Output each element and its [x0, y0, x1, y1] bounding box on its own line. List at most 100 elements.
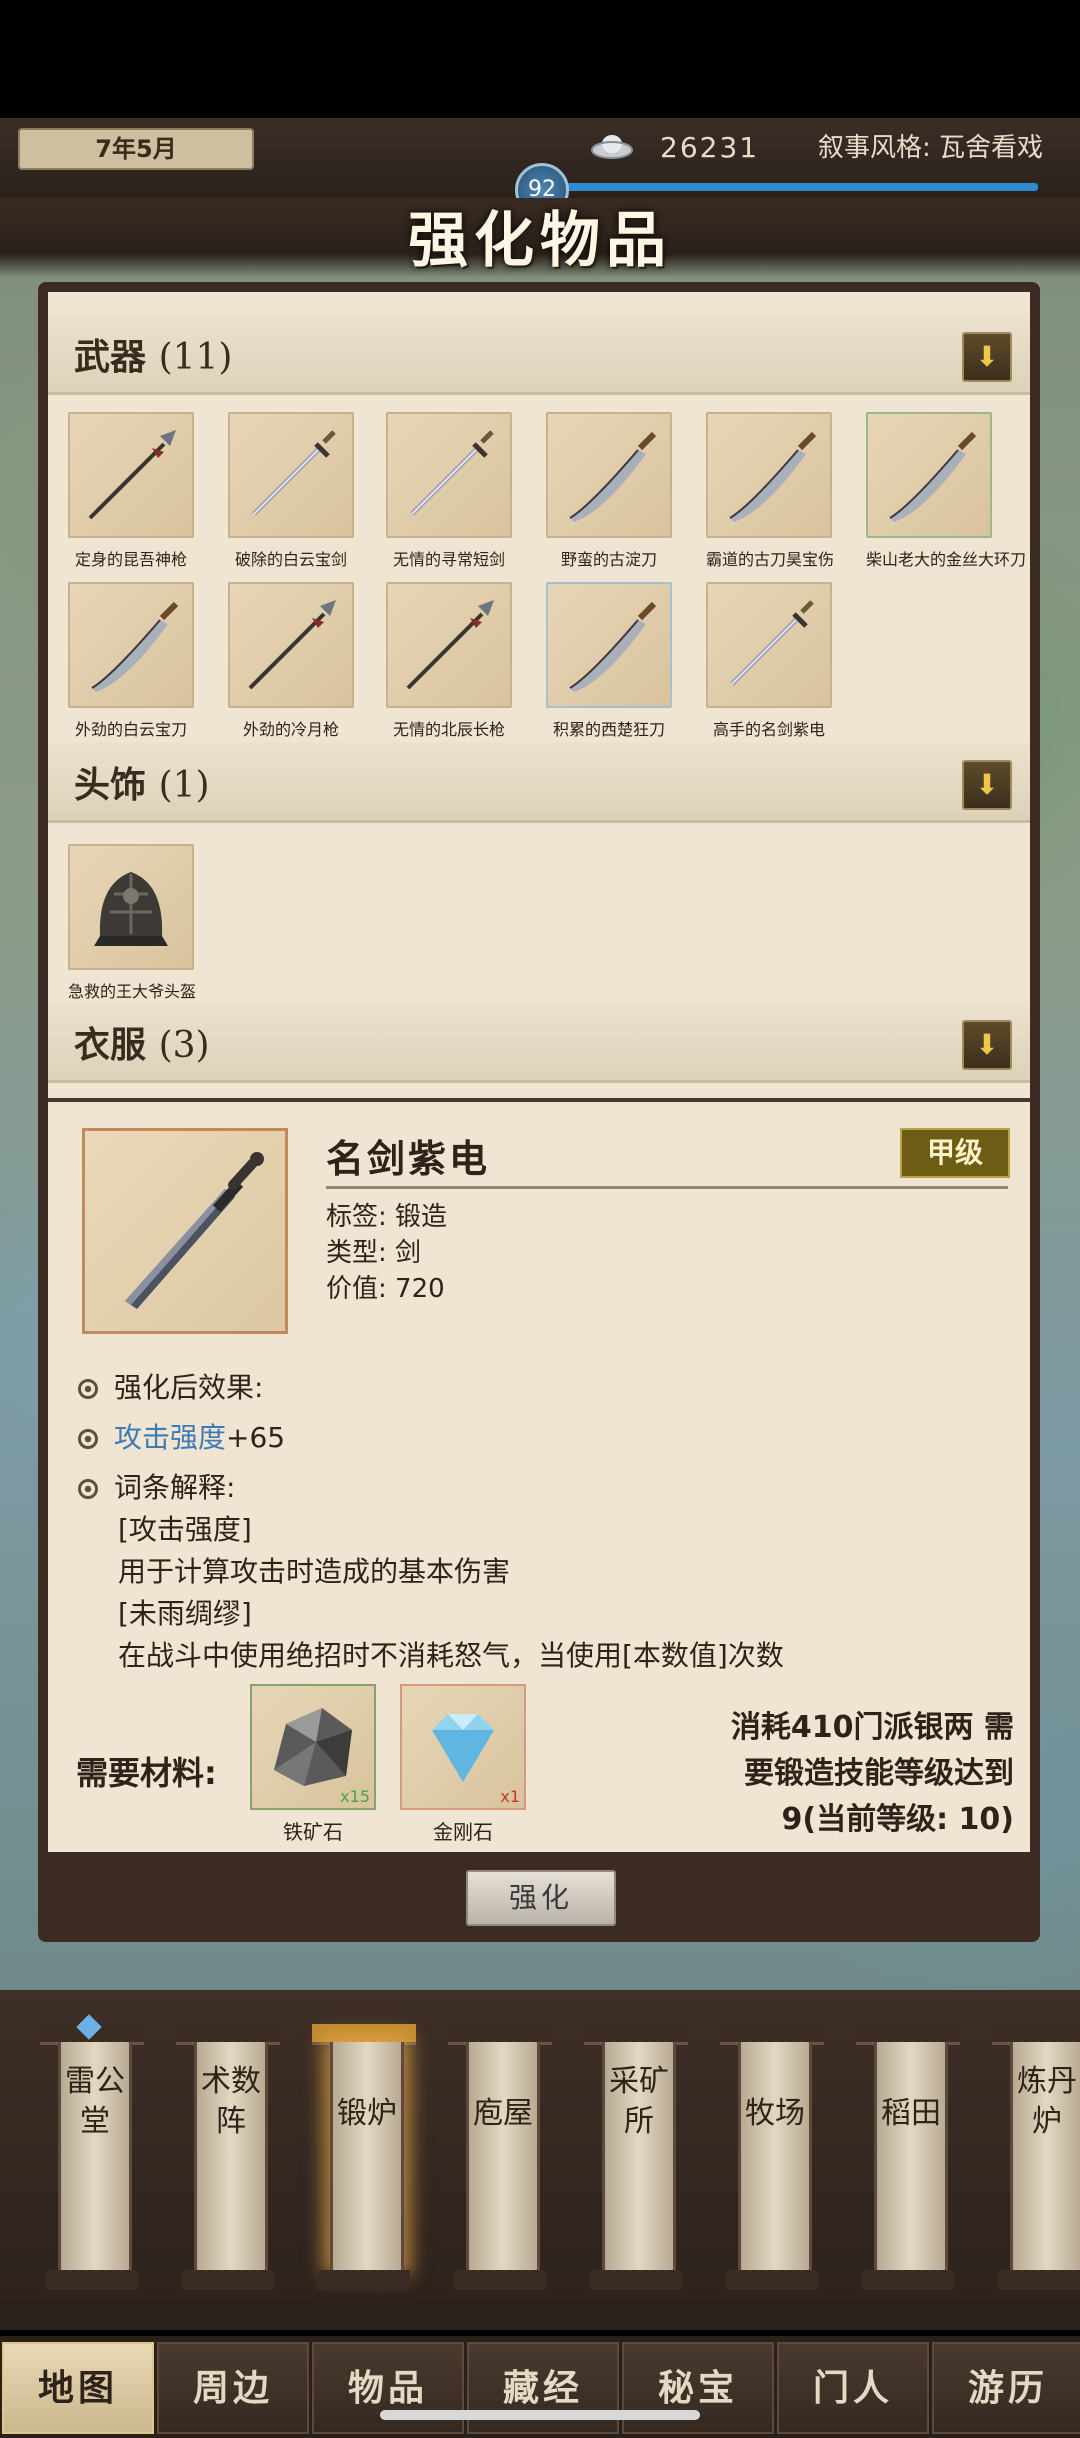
saber-icon — [569, 431, 657, 522]
item-slot[interactable]: 霸道的古刀昊宝伤 — [706, 412, 835, 570]
building-pillar[interactable]: 雷公堂 — [40, 2024, 144, 2294]
section-clothes[interactable]: 衣服 (3) ⬇ — [48, 1002, 1030, 1083]
bullet-icon — [78, 1379, 98, 1399]
material-name: 金刚石 — [433, 1820, 493, 1844]
section-count: (3) — [158, 1025, 210, 1066]
item-slot[interactable]: 定身的昆吾神枪 — [68, 412, 194, 570]
material-slot[interactable]: x15 铁矿石 — [250, 1684, 376, 1845]
materials-label: 需要材料: — [76, 1754, 217, 1792]
building-pillar[interactable]: 稻田 — [856, 2024, 960, 2294]
cost-text-line: 消耗410门派银两 需 — [730, 1710, 1014, 1745]
item-slot[interactable]: 破除的白云宝剑 — [228, 412, 354, 570]
item-slot[interactable]: 无情的北辰长枪 — [386, 582, 512, 740]
material-slot[interactable]: x1 金刚石 — [400, 1684, 526, 1845]
term-description: 在战斗中使用绝招时不消耗怒气，当使用[本数值]次数 — [118, 1639, 784, 1672]
tab-item[interactable]: 藏经 — [467, 2342, 619, 2434]
tab-item[interactable]: 游历 — [932, 2342, 1080, 2434]
attr-name: 攻击强度 — [114, 1421, 227, 1454]
item-slot-frame — [706, 582, 832, 708]
material-qty: x15 — [340, 1787, 370, 1806]
silver-ingot-icon — [591, 135, 633, 159]
page-title: 强化物品 — [408, 206, 672, 276]
tab-item[interactable]: 地图 — [2, 2342, 154, 2434]
item-slot-frame — [546, 582, 672, 708]
material-frame: x1 — [400, 1684, 526, 1810]
cost-text-line: 9(当前等级: 10) — [781, 1802, 1015, 1837]
collapse-arrow-icon[interactable]: ⬇ — [962, 1020, 1012, 1070]
item-name: 无情的寻常短剑 — [392, 550, 505, 569]
item-slot-frame — [546, 412, 672, 538]
item-tag-row: 标签: 锻造 — [326, 1196, 447, 1233]
home-indicator[interactable] — [380, 2410, 700, 2420]
spear-icon — [248, 600, 336, 690]
building-label: 术数阵 — [201, 2064, 261, 2139]
experience-bar — [525, 183, 1038, 191]
selected-item-name: 名剑紫电 — [326, 1136, 491, 1181]
term-name: [攻击强度] — [118, 1513, 252, 1546]
item-name: 破除的白云宝剑 — [234, 550, 347, 569]
pillar-base — [998, 2270, 1080, 2290]
enhance-button[interactable]: 强化 — [466, 1870, 616, 1926]
building-pillar[interactable]: 炼丹炉 — [992, 2024, 1080, 2294]
item-name: 野蛮的古淀刀 — [560, 550, 657, 569]
item-name: 无情的北辰长枪 — [392, 720, 505, 739]
building-pillar[interactable]: 术数阵 — [176, 2024, 280, 2294]
attr-bonus: +65 — [226, 1421, 286, 1454]
item-slot[interactable]: 外劲的冷月枪 — [228, 582, 354, 740]
item-slot[interactable]: 急救的王大爷头盔 — [68, 844, 197, 1002]
item-slot[interactable]: 高手的名剑紫电 — [706, 582, 832, 740]
pillar-column — [330, 2042, 404, 2270]
tab-item[interactable]: 秘宝 — [622, 2342, 774, 2434]
item-slot-frame — [68, 412, 194, 538]
tab-item[interactable]: 周边 — [157, 2342, 309, 2434]
item-name: 高手的名剑紫电 — [712, 720, 825, 739]
sword-icon — [125, 1152, 264, 1309]
item-name: 急救的王大爷头盔 — [68, 982, 197, 1001]
item-slot-frame — [228, 582, 354, 708]
bullet-icon — [78, 1479, 98, 1499]
pillar-column — [466, 2042, 540, 2270]
narrative-style[interactable]: 叙事风格: 瓦舍看戏 — [818, 128, 1043, 168]
item-slot[interactable]: 外劲的白云宝刀 — [68, 582, 194, 740]
bullet-icon — [78, 1429, 98, 1449]
spear-icon — [88, 430, 176, 520]
item-name: 霸道的古刀昊宝伤 — [706, 550, 835, 569]
building-pillar[interactable]: 牧场 — [720, 2024, 824, 2294]
effect-attr-row: 攻击强度+65 — [78, 1416, 285, 1456]
tag-value: 锻造 — [395, 1202, 448, 1232]
pillar-base — [454, 2270, 546, 2290]
item-value-row: 价值: 720 — [326, 1268, 445, 1305]
building-pillar[interactable]: 采矿所 — [584, 2024, 688, 2294]
section-weapons[interactable]: 武器 (11) ⬇ — [48, 314, 1030, 395]
name-underline — [326, 1186, 1008, 1189]
item-slot[interactable]: 积累的西楚狂刀 — [546, 582, 672, 740]
item-name: 定身的昆吾神枪 — [74, 550, 187, 569]
item-name: 柴山老大的金丝大环刀 — [866, 550, 1027, 569]
building-label: 锻炉 — [337, 2096, 397, 2131]
item-slot[interactable]: 无情的寻常短剑 — [386, 412, 512, 570]
item-slot[interactable]: 柴山老大的金丝大环刀 — [866, 412, 1027, 570]
section-title: 头饰 — [74, 764, 147, 806]
collapse-arrow-icon[interactable]: ⬇ — [962, 760, 1012, 810]
collapse-arrow-icon[interactable]: ⬇ — [962, 332, 1012, 382]
building-label: 采矿所 — [609, 2064, 669, 2139]
item-slot-frame — [866, 412, 992, 538]
section-count: (11) — [158, 337, 233, 378]
item-name: 外劲的冷月枪 — [242, 720, 339, 739]
value-label: 价值: — [326, 1274, 387, 1304]
item-slot[interactable]: 野蛮的古淀刀 — [546, 412, 672, 570]
item-name: 积累的西楚狂刀 — [552, 720, 665, 739]
building-label: 牧场 — [745, 2096, 805, 2131]
building-label: 庖屋 — [473, 2096, 533, 2131]
sword-icon — [410, 430, 494, 516]
building-pillar[interactable]: 锻炉 — [312, 2024, 416, 2294]
building-label: 稻田 — [881, 2096, 941, 2131]
building-pillar[interactable]: 庖屋 — [448, 2024, 552, 2294]
material-name: 铁矿石 — [283, 1820, 343, 1844]
tab-item[interactable]: 门人 — [777, 2342, 929, 2434]
tab-item[interactable]: 物品 — [312, 2342, 464, 2434]
material-qty: x1 — [500, 1787, 520, 1806]
selected-item-image — [82, 1128, 288, 1334]
sword-icon — [252, 430, 336, 516]
section-headwear[interactable]: 头饰 (1) ⬇ — [48, 742, 1030, 823]
